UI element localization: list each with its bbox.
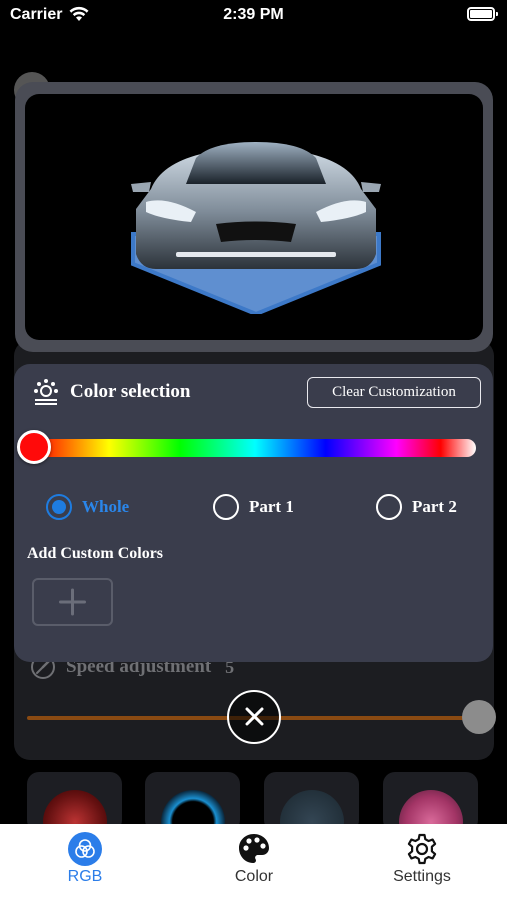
option-whole[interactable]: Whole	[46, 494, 129, 520]
hue-slider-thumb[interactable]	[17, 430, 51, 464]
color-selection-sheet: Color selection Clear Customization Whol…	[14, 364, 493, 662]
mode-tile-equalizer[interactable]	[264, 772, 359, 832]
mode-tile-ring[interactable]	[145, 772, 240, 832]
mode-tile-music[interactable]	[383, 772, 478, 832]
custom-colors-label: Add Custom Colors	[27, 545, 164, 562]
option-part-1[interactable]: Part 1	[213, 494, 294, 520]
close-icon	[245, 707, 263, 726]
radio-part-1[interactable]	[213, 494, 239, 520]
hue-slider-track[interactable]	[34, 439, 476, 457]
tab-color-label: Color	[234, 868, 274, 885]
tab-color[interactable]: Color	[184, 832, 324, 886]
add-custom-color-button[interactable]	[32, 578, 113, 626]
tab-bar: RGB Color Settings	[0, 824, 507, 900]
status-time: 2:39 PM	[223, 6, 284, 23]
option-part-2[interactable]: Part 2	[376, 494, 457, 520]
car-image	[131, 142, 381, 314]
status-bar: Carrier 2:39 PM	[0, 0, 507, 32]
speed-slider-thumb[interactable]	[462, 700, 496, 734]
radio-part-2[interactable]	[376, 494, 402, 520]
gear-icon	[407, 833, 437, 865]
lights-icon	[34, 379, 58, 405]
car-preview-panel	[15, 82, 493, 352]
option-whole-label: Whole	[82, 497, 130, 516]
car-preview-screen	[25, 94, 483, 340]
rgb-icon	[68, 832, 102, 866]
tab-rgb-label: RGB	[67, 868, 103, 885]
close-button[interactable]	[227, 690, 281, 744]
mode-tile-power[interactable]	[27, 772, 122, 832]
tab-settings[interactable]: Settings	[352, 832, 492, 886]
sheet-title: Color selection	[70, 381, 191, 402]
tab-settings-label: Settings	[393, 868, 451, 885]
option-part-1-label: Part 1	[249, 497, 294, 516]
clear-customization-button[interactable]: Clear Customization	[307, 377, 481, 408]
palette-icon	[239, 834, 269, 863]
battery-icon	[467, 7, 498, 21]
plus-icon	[59, 588, 86, 616]
radio-whole[interactable]	[46, 494, 72, 520]
option-part-2-label: Part 2	[412, 497, 457, 516]
tab-rgb[interactable]: RGB	[15, 832, 155, 886]
